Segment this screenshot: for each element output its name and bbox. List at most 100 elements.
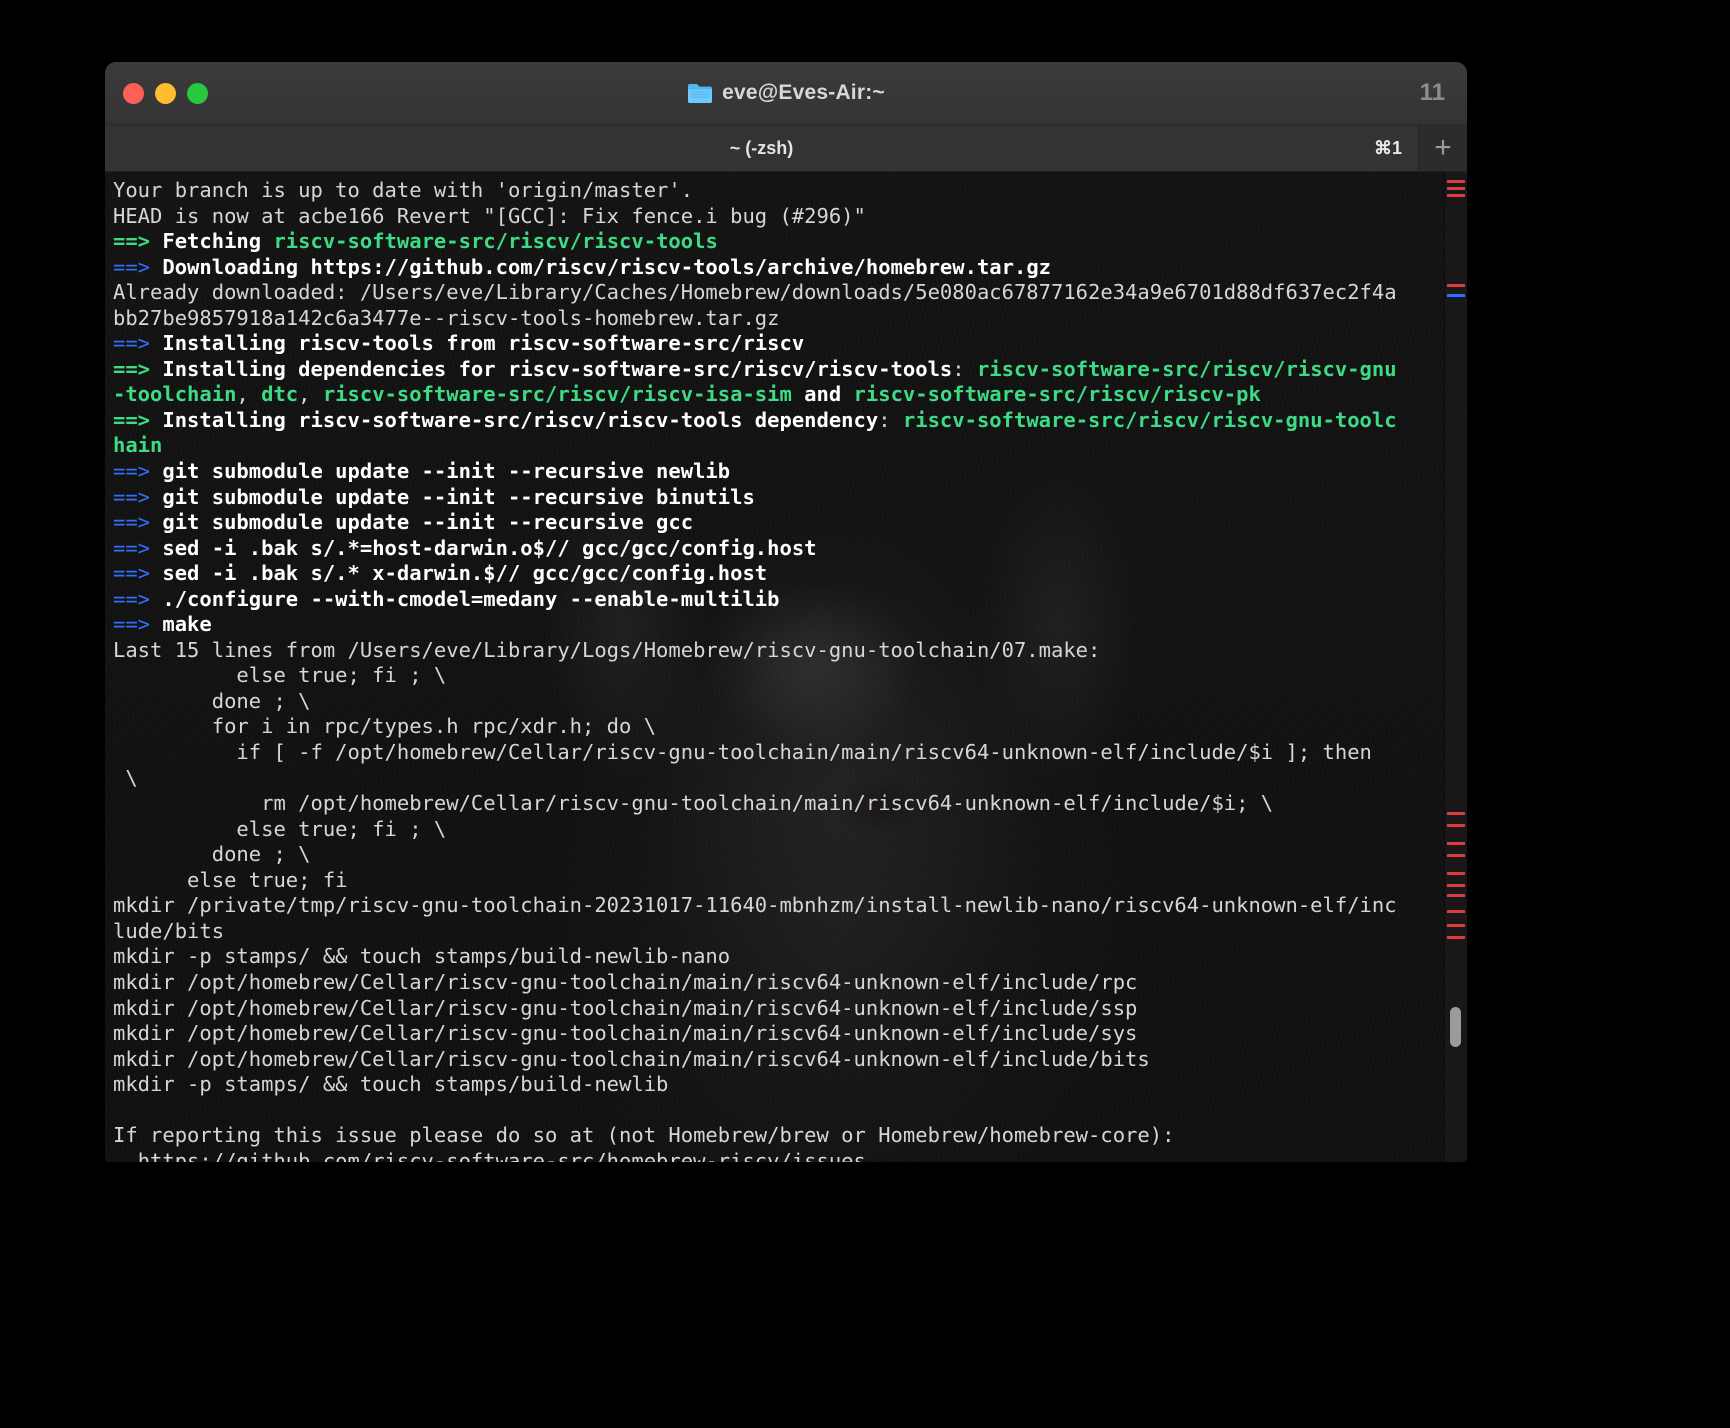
scrollbar-mark bbox=[1447, 194, 1465, 197]
scrollbar-mark bbox=[1447, 294, 1465, 297]
terminal-span: mkdir /opt/homebrew/Cellar/riscv-gnu-too… bbox=[113, 970, 1137, 994]
close-button[interactable] bbox=[123, 83, 144, 104]
terminal-line: \ bbox=[113, 766, 1441, 792]
traffic-lights bbox=[123, 83, 208, 104]
terminal-span: else true; fi ; \ bbox=[113, 817, 446, 841]
terminal-line: done ; \ bbox=[113, 689, 1441, 715]
terminal-span: mkdir -p stamps/ && touch stamps/build-n… bbox=[113, 1072, 668, 1096]
terminal-span: riscv-software-src/riscv/riscv-tools bbox=[273, 229, 717, 253]
terminal-span: ==> bbox=[113, 612, 162, 636]
tab-bar: ~ (-zsh) ⌘1 + bbox=[105, 125, 1467, 172]
terminal-line: Last 15 lines from /Users/eve/Library/Lo… bbox=[113, 638, 1441, 664]
terminal-span: ==> bbox=[113, 587, 162, 611]
tab-zsh[interactable]: ~ (-zsh) ⌘1 bbox=[105, 125, 1419, 171]
terminal-line: else true; fi bbox=[113, 868, 1441, 894]
terminal-span: Already downloaded: /Users/eve/Library/C… bbox=[113, 280, 1397, 304]
scrollbar-mark bbox=[1447, 872, 1465, 875]
new-tab-button[interactable]: + bbox=[1419, 125, 1467, 171]
terminal-line: -toolchain, dtc, riscv-software-src/risc… bbox=[113, 382, 1441, 408]
tab-title: ~ (-zsh) bbox=[730, 138, 794, 159]
terminal-span bbox=[113, 1149, 138, 1162]
terminal-span: , bbox=[236, 382, 261, 406]
terminal-span: ==> bbox=[113, 485, 162, 509]
window-titlebar[interactable]: eve@Eves-Air:~ 11 bbox=[105, 62, 1467, 125]
terminal-span: dtc bbox=[261, 382, 298, 406]
terminal-line: HEAD is now at acbe166 Revert "[GCC]: Fi… bbox=[113, 204, 1441, 230]
terminal-line: ==> git submodule update --init --recurs… bbox=[113, 510, 1441, 536]
terminal-span: ==> bbox=[113, 229, 162, 253]
terminal-span: mkdir /opt/homebrew/Cellar/riscv-gnu-too… bbox=[113, 996, 1137, 1020]
terminal-span: Installing riscv-tools from riscv-softwa… bbox=[162, 331, 804, 355]
terminal-span: riscv-software-src/riscv/riscv-gnu bbox=[977, 357, 1397, 381]
terminal-line: if [ -f /opt/homebrew/Cellar/riscv-gnu-t… bbox=[113, 740, 1441, 766]
terminal-link[interactable]: https://github.com/riscv-software-src/ho… bbox=[138, 1149, 866, 1162]
terminal-line: ==> git submodule update --init --recurs… bbox=[113, 485, 1441, 511]
scrollbar-mark bbox=[1447, 884, 1465, 887]
terminal-span: ./configure --with-cmodel=medany --enabl… bbox=[162, 587, 779, 611]
terminal-line: mkdir /opt/homebrew/Cellar/riscv-gnu-too… bbox=[113, 1021, 1441, 1047]
terminal-span: ==> bbox=[113, 357, 162, 381]
terminal-output: Your branch is up to date with 'origin/m… bbox=[109, 178, 1467, 1162]
terminal-line: else true; fi ; \ bbox=[113, 817, 1441, 843]
terminal-span: sed -i .bak s/.* x-darwin.$// gcc/gcc/co… bbox=[162, 561, 767, 585]
window-title-group: eve@Eves-Air:~ bbox=[105, 62, 1467, 124]
terminal-span: ==> bbox=[113, 459, 162, 483]
terminal-span: ==> bbox=[113, 536, 162, 560]
scrollbar-mark bbox=[1447, 187, 1465, 190]
terminal-line: If reporting this issue please do so at … bbox=[113, 1123, 1441, 1149]
terminal-line: lude/bits bbox=[113, 919, 1441, 945]
terminal-span: ==> bbox=[113, 331, 162, 355]
terminal-span: : bbox=[878, 408, 903, 432]
terminal-span: make bbox=[162, 612, 211, 636]
terminal-scroll-area[interactable]: Your branch is up to date with 'origin/m… bbox=[105, 172, 1467, 1162]
scrollbar-mark bbox=[1447, 284, 1465, 287]
scrollbar-mark bbox=[1447, 842, 1465, 845]
minimize-button[interactable] bbox=[155, 83, 176, 104]
window-badge-count: 11 bbox=[1420, 79, 1445, 107]
terminal-span: Your branch is up to date with 'origin/m… bbox=[113, 178, 693, 202]
terminal-span: Installing dependencies for riscv-softwa… bbox=[162, 357, 952, 381]
scrollbar-thumb[interactable] bbox=[1450, 1007, 1461, 1047]
terminal-span: , bbox=[298, 382, 323, 406]
terminal-line: ==> make bbox=[113, 612, 1441, 638]
terminal-scrollbar[interactable] bbox=[1444, 172, 1467, 1162]
terminal-line: ==> Installing dependencies for riscv-so… bbox=[113, 357, 1441, 383]
zoom-button[interactable] bbox=[187, 83, 208, 104]
terminal-line: ==> Installing riscv-software-src/riscv/… bbox=[113, 408, 1441, 434]
terminal-span: ==> bbox=[113, 561, 162, 585]
terminal-span: Fetching bbox=[162, 229, 273, 253]
scrollbar-mark bbox=[1447, 936, 1465, 939]
terminal-span: hain bbox=[113, 433, 162, 457]
terminal-line: mkdir -p stamps/ && touch stamps/build-n… bbox=[113, 944, 1441, 970]
terminal-span: git submodule update --init --recursive … bbox=[162, 485, 754, 509]
terminal-line: https://github.com/riscv-software-src/ho… bbox=[113, 1149, 1441, 1162]
terminal-span: done ; \ bbox=[113, 689, 310, 713]
terminal-span: mkdir -p stamps/ && touch stamps/build-n… bbox=[113, 944, 730, 968]
terminal-line: else true; fi ; \ bbox=[113, 663, 1441, 689]
terminal-span: riscv-software-src/riscv/riscv-pk bbox=[854, 382, 1261, 406]
terminal-line: mkdir -p stamps/ && touch stamps/build-n… bbox=[113, 1072, 1441, 1098]
terminal-span: ==> bbox=[113, 408, 162, 432]
scrollbar-mark bbox=[1447, 894, 1465, 897]
terminal-line: ==> Fetching riscv-software-src/riscv/ri… bbox=[113, 229, 1441, 255]
terminal-span: Downloading https://github.com/riscv/ris… bbox=[162, 255, 1051, 279]
terminal-line: hain bbox=[113, 433, 1441, 459]
terminal-span: Installing riscv-software-src/riscv/risc… bbox=[162, 408, 878, 432]
terminal-line: for i in rpc/types.h rpc/xdr.h; do \ bbox=[113, 714, 1441, 740]
terminal-body[interactable]: Your branch is up to date with 'origin/m… bbox=[105, 172, 1467, 1162]
terminal-line: mkdir /private/tmp/riscv-gnu-toolchain-2… bbox=[113, 893, 1441, 919]
terminal-line: ==> Downloading https://github.com/riscv… bbox=[113, 255, 1441, 281]
terminal-line: done ; \ bbox=[113, 842, 1441, 868]
terminal-span: bb27be9857918a142c6a3477e--riscv-tools-h… bbox=[113, 306, 779, 330]
terminal-window: eve@Eves-Air:~ 11 ~ (-zsh) ⌘1 + Your bra… bbox=[105, 62, 1467, 1162]
terminal-line: ==> Installing riscv-tools from riscv-so… bbox=[113, 331, 1441, 357]
terminal-span: sed -i .bak s/.*=host-darwin.o$// gcc/gc… bbox=[162, 536, 816, 560]
scrollbar-mark bbox=[1447, 924, 1465, 927]
terminal-span: ==> bbox=[113, 510, 162, 534]
terminal-span: mkdir /opt/homebrew/Cellar/riscv-gnu-too… bbox=[113, 1021, 1137, 1045]
terminal-span: mkdir /private/tmp/riscv-gnu-toolchain-2… bbox=[113, 893, 1397, 917]
terminal-line: ==> sed -i .bak s/.* x-darwin.$// gcc/gc… bbox=[113, 561, 1441, 587]
terminal-span: git submodule update --init --recursive … bbox=[162, 459, 730, 483]
terminal-span: ==> bbox=[113, 255, 162, 279]
scrollbar-mark bbox=[1447, 824, 1465, 827]
